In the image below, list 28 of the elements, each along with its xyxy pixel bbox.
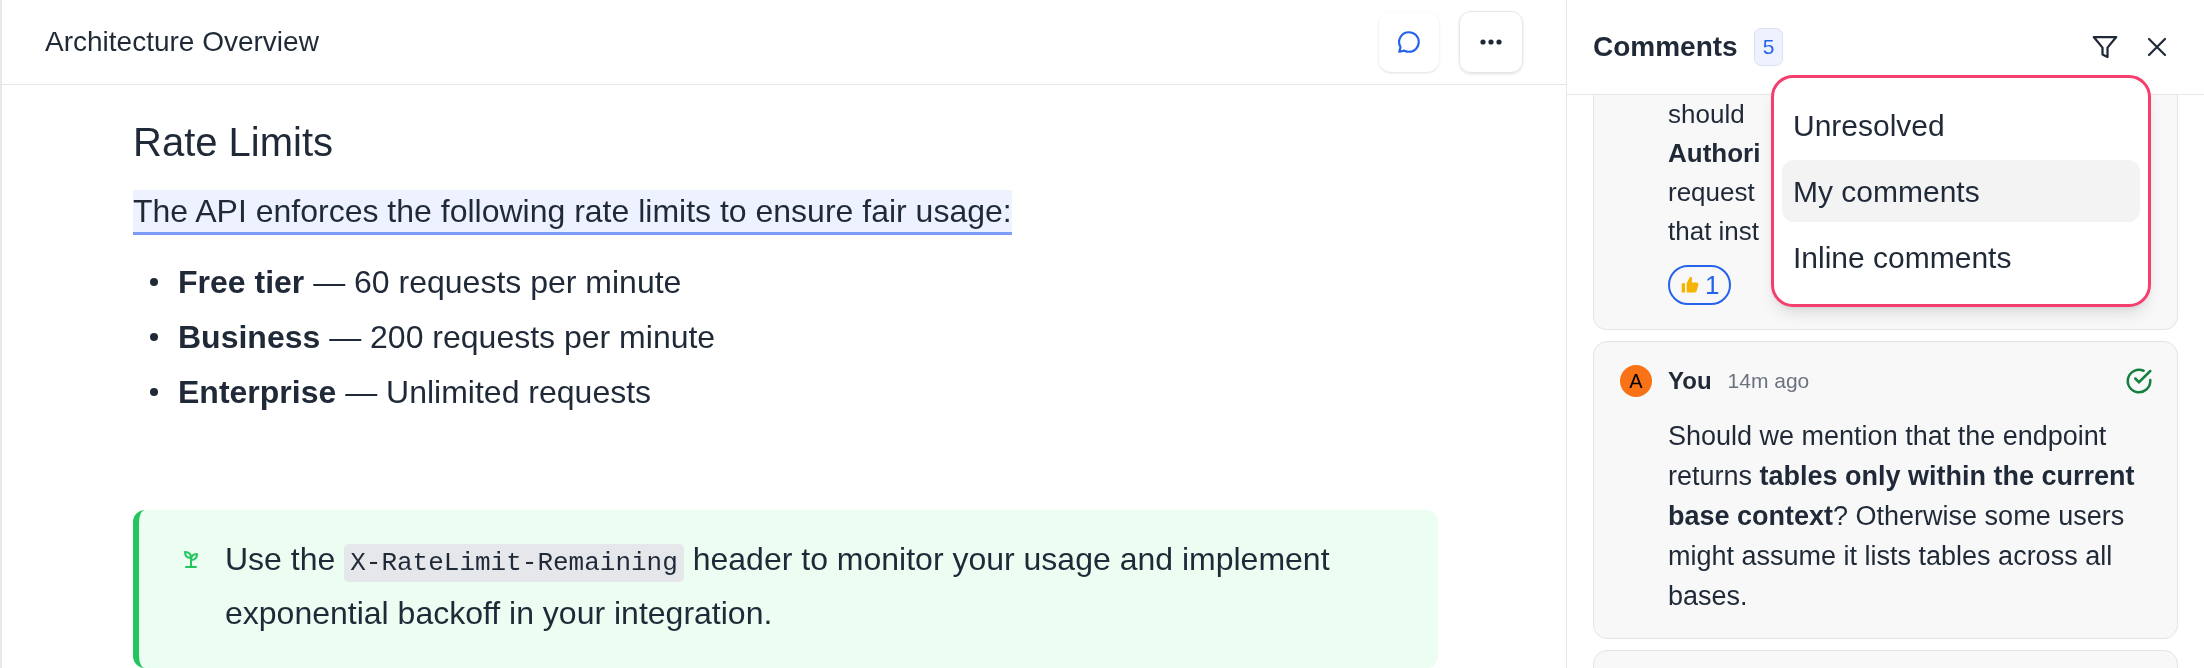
list-item-text: Business — 200 requests per minute xyxy=(178,317,716,357)
close-icon xyxy=(2145,35,2169,59)
filter-option[interactable]: Unresolved xyxy=(1782,94,2140,156)
inline-code: X-RateLimit-Remaining xyxy=(344,544,684,582)
list-item-text: Enterprise — Unlimited requests xyxy=(178,372,652,412)
comment-text: Should we mention that the endpoint returns tables only within the current base context? Otherwise some users might assume it lists tables across all bases. xyxy=(1668,420,2136,613)
comment-text-line: that inst xyxy=(1668,215,1760,248)
panel-title: Comments xyxy=(1593,30,1738,64)
filter-option[interactable]: My comments xyxy=(1782,160,2140,222)
section-heading: Rate Limits xyxy=(133,119,335,166)
more-icon xyxy=(1480,39,1502,45)
document-title: Architecture Overview xyxy=(45,25,320,59)
comment-text-line: Authori xyxy=(1668,137,1761,170)
speech-bubble-icon xyxy=(1396,29,1422,55)
reaction-button[interactable]: 1 xyxy=(1668,265,1732,305)
list-item-text: Free tier — 60 requests per minute xyxy=(178,262,682,302)
comment-text-line: should xyxy=(1668,98,1745,131)
author-name: You xyxy=(1668,366,1712,396)
thumbs-up-icon xyxy=(1680,275,1700,295)
comments-toggle-button[interactable] xyxy=(1379,12,1439,72)
callout-text: Use the X-RateLimit-Remaining header to monitor your usage and implement exponential backoff in your integration. xyxy=(225,540,1331,633)
intro-paragraph: The API enforces the following rate limits to ensure fair usage: xyxy=(133,190,1012,235)
avatar: A xyxy=(1620,365,1652,397)
check-circle-icon xyxy=(2124,366,2154,396)
comment-count-badge: 5 xyxy=(1753,28,1784,66)
filter-option[interactable]: Inline comments xyxy=(1782,226,2140,288)
comment-time: 14m ago xyxy=(1727,368,1810,395)
comment-text-line: request xyxy=(1668,176,1755,209)
